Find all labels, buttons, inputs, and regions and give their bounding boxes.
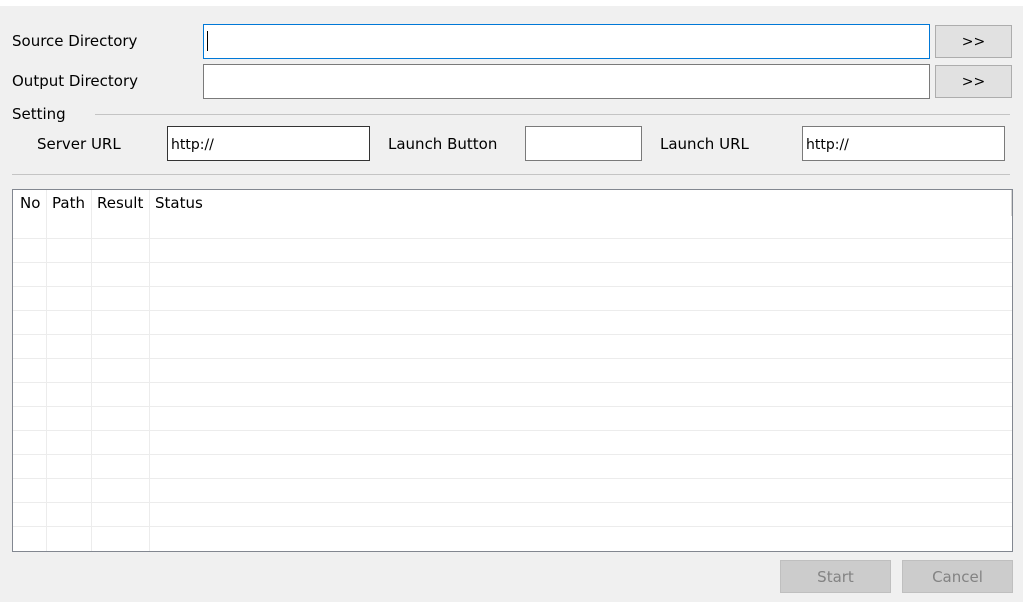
column-header-path[interactable]: Path [46,190,91,216]
window-top-edge [0,0,1023,6]
text-caret [207,31,208,51]
setting-group-top-border [95,114,1010,115]
setting-group-label: Setting [12,105,66,123]
row-gridline [13,286,1012,287]
results-table[interactable]: No Path Result Status [12,189,1013,552]
row-gridline [13,238,1012,239]
row-gridline [13,526,1012,527]
server-url-input[interactable] [167,126,370,161]
source-browse-button[interactable]: >> [935,25,1012,58]
row-gridline [13,454,1012,455]
server-url-label: Server URL [37,135,121,153]
output-browse-button[interactable]: >> [935,65,1012,98]
launch-url-input[interactable] [802,126,1005,161]
row-gridline [13,310,1012,311]
start-button[interactable]: Start [780,560,891,593]
launch-button-input[interactable] [525,126,642,161]
column-header-status[interactable]: Status [149,190,349,216]
row-gridline [13,502,1012,503]
column-divider-result [149,190,150,551]
row-gridline [13,382,1012,383]
setting-group-bottom-border [12,174,1010,175]
row-gridline [13,334,1012,335]
cancel-button[interactable]: Cancel [902,560,1013,593]
launch-button-label: Launch Button [388,135,498,153]
column-divider-path [91,190,92,551]
launch-url-label: Launch URL [660,135,749,153]
column-header-no[interactable]: No [14,190,47,216]
column-header-result[interactable]: Result [91,190,149,216]
output-directory-label: Output Directory [12,72,139,90]
row-gridline [13,478,1012,479]
source-directory-input[interactable] [203,24,930,59]
source-directory-label: Source Directory [12,32,138,50]
column-divider-no [46,190,47,551]
results-table-header: No Path Result Status [13,190,1012,216]
row-gridline [13,406,1012,407]
row-gridline [13,430,1012,431]
row-gridline [13,358,1012,359]
output-directory-input[interactable] [203,64,930,99]
row-gridline [13,262,1012,263]
header-right-edge [1011,190,1012,216]
